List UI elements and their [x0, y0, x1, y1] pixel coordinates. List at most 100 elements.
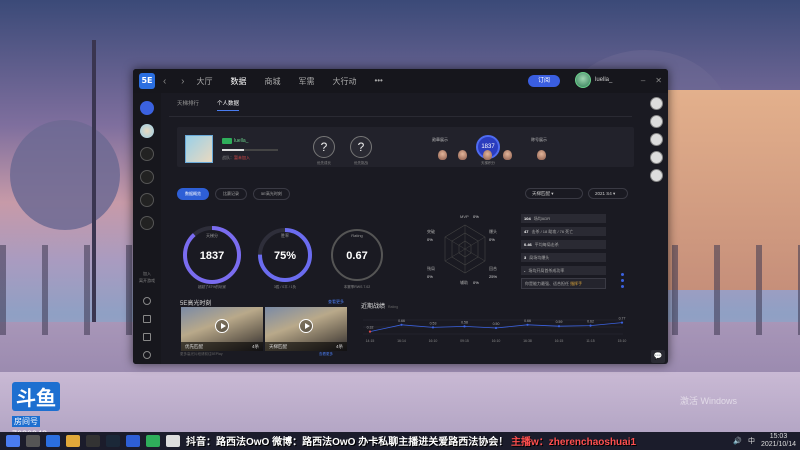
app-icon[interactable]: [86, 435, 100, 447]
radar-axis-label: 爆头: [489, 228, 497, 234]
speaker-icon[interactable]: 🔊: [733, 437, 742, 445]
data-label: 0.59: [556, 320, 563, 324]
ring-value: 75%: [274, 250, 296, 262]
explorer-icon[interactable]: [66, 435, 80, 447]
x-tick-label: 16:38: [523, 339, 532, 343]
x-tick-label: 16:10: [492, 339, 501, 343]
activate-windows-watermark: 激活 Windows: [680, 396, 738, 406]
ring-ladder: 天梯分 1837 超越了87%的玩家: [183, 226, 241, 289]
ticker-weibo: 微博：路西法OwO: [272, 437, 356, 448]
data-label: 0.32: [367, 326, 374, 330]
ring-winrate: 胜率 75% 3胜 / 0平 / 1负: [258, 228, 312, 289]
stat-label: 平均每局击杀: [534, 242, 559, 247]
radar-value: 0%: [489, 237, 495, 242]
recent-title: 近期战绩 Rating: [361, 301, 398, 310]
stat-value: 104: [524, 216, 531, 221]
friend-avatar-icon[interactable]: [650, 169, 663, 182]
data-point[interactable]: [463, 325, 466, 328]
radar-value: 0%: [473, 280, 479, 285]
radar-axis-label: 回合: [489, 265, 497, 271]
data-point[interactable]: [368, 330, 372, 333]
highlight-clip[interactable]: 天梯匹配 4杀: [265, 307, 347, 351]
highlights-footer: 更多高光片段请前往5EPlay: [180, 352, 223, 356]
radar-axis-label: 残局: [427, 265, 435, 271]
ring-value: 0.67: [346, 250, 367, 262]
summary-text: 你是能力最强、适合担任: [525, 281, 569, 286]
clock[interactable]: 15:03 2021/10/14: [761, 433, 796, 449]
stat-kda: 47 击杀 / 18 助攻 / 76 死亡: [521, 227, 606, 236]
app-icon[interactable]: [166, 435, 180, 447]
stat-adr: 104 场均ADR: [521, 214, 606, 223]
data-point[interactable]: [589, 324, 592, 327]
data-point[interactable]: [431, 326, 435, 329]
recent-subtitle: Rating: [388, 305, 399, 309]
stat-kills-per-round: 0.46 平均每局击杀: [521, 240, 606, 249]
ring-sub: 超越了87%的玩家: [198, 284, 227, 289]
x-tick-label: 15:10: [618, 339, 627, 343]
play-icon[interactable]: [299, 319, 313, 333]
data-label: 0.53: [430, 321, 437, 325]
clip-kills: 4杀: [335, 344, 343, 349]
stat-first-kill: - 场均开局首杀成功率: [521, 266, 606, 275]
recent-title-text: 近期战绩: [361, 304, 386, 310]
steam-icon[interactable]: [106, 435, 120, 447]
summary-accent: 指挥手: [570, 281, 583, 286]
start-icon[interactable]: [6, 435, 20, 447]
highlights-footer-link[interactable]: 查看更多: [319, 352, 333, 357]
room-label: 房间号: [12, 416, 40, 427]
friend-avatar-icon[interactable]: [650, 133, 663, 146]
stat-label: 场均开局首杀成功率: [528, 268, 565, 273]
radar-value: 0%: [473, 214, 479, 219]
ring-value: 1837: [200, 250, 224, 262]
highlight-clip[interactable]: 优先匹配 4杀: [181, 307, 263, 351]
ring-label: 胜率: [281, 232, 289, 238]
friend-avatar-icon[interactable]: [650, 97, 663, 110]
ring-sub: 3胜 / 0平 / 1负: [274, 284, 297, 289]
5e-taskbar-icon[interactable]: [126, 435, 140, 447]
ime-icon[interactable]: 中: [748, 436, 755, 446]
stat-value: 47: [524, 229, 529, 234]
play-icon[interactable]: [215, 319, 229, 333]
stat-label: 击杀 / 18 助攻 / 76 死亡: [531, 229, 574, 234]
highlights-title: 5E高光时刻: [180, 301, 212, 307]
stat-summary: 你是能力最强、适合担任 指挥手: [521, 278, 606, 289]
douyu-logo: 斗鱼 房间号 7680948: [12, 382, 60, 439]
search-icon[interactable]: [26, 435, 40, 447]
data-point[interactable]: [526, 323, 529, 326]
data-point[interactable]: [494, 326, 498, 330]
radar-value: 0%: [427, 237, 433, 242]
data-point[interactable]: [620, 321, 624, 324]
wechat-icon[interactable]: [146, 435, 160, 447]
browser-icon[interactable]: [46, 435, 60, 447]
right-rail: [650, 97, 664, 187]
radar-value: 25%: [489, 274, 497, 279]
5e-client-window: 5E ‹ › 大厅 数据 商城 军需 大行动 ••• 订阅 luella_ – …: [133, 69, 668, 364]
x-tick-label: 14:15: [366, 339, 375, 343]
stat-value: 3: [524, 255, 527, 260]
data-label: 0.77: [619, 317, 626, 321]
carousel-dots[interactable]: [621, 273, 624, 291]
friend-avatar-icon[interactable]: [650, 115, 663, 128]
ring-label: Rating: [351, 233, 363, 238]
data-label: 0.66: [524, 319, 531, 323]
clip-caption: 优先匹配 4杀: [181, 342, 263, 351]
friend-avatar-icon[interactable]: [650, 151, 663, 164]
data-point[interactable]: [400, 323, 403, 326]
x-tick-label: 16:10: [429, 339, 438, 343]
stat-headshots: 3 局场均爆头: [521, 253, 606, 262]
system-tray: 🔊 中 15:03 2021/10/14: [733, 433, 796, 449]
clip-caption: 天梯匹配 4杀: [265, 342, 347, 351]
radar-axis-label: 辅助: [460, 279, 468, 285]
data-label: 0.50: [493, 322, 500, 326]
stat-value: -: [524, 268, 526, 273]
chat-icon[interactable]: 💬: [651, 350, 665, 363]
radar-chart: MVP 0% 爆头 0% 回合 25% 辅助 0% 残局 0% 突破 0%: [427, 214, 497, 285]
highlights-more-link[interactable]: 查看更多: [328, 299, 344, 305]
x-tick-label: 16:14: [397, 339, 406, 343]
radar-axis-label: 突破: [427, 228, 435, 234]
radar-value: 0%: [427, 274, 433, 279]
data-label: 0.62: [587, 320, 594, 324]
stream-ticker: 抖音：路西法OwO 微博：路西法OwO 办卡私聊主播进关爱路西法协会！ 主播w：…: [186, 433, 636, 448]
data-point[interactable]: [557, 325, 561, 328]
clock-date: 2021/10/14: [760, 441, 796, 448]
